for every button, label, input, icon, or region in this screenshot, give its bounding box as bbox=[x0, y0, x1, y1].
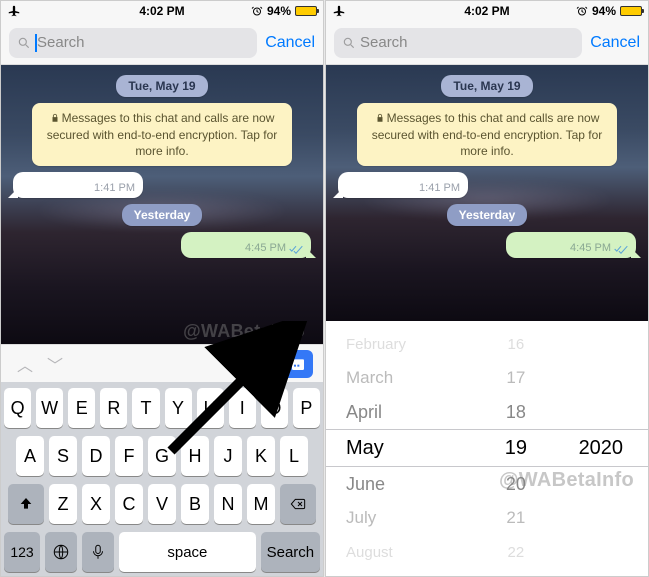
airplane-icon bbox=[332, 4, 346, 18]
calendar-strip: ︿ ﹀ bbox=[1, 344, 323, 382]
read-ticks-icon bbox=[289, 244, 303, 254]
key-u[interactable]: U bbox=[197, 388, 224, 428]
battery-pct: 94% bbox=[267, 4, 291, 18]
num-key[interactable]: 123 bbox=[4, 532, 40, 572]
key-g[interactable]: G bbox=[148, 436, 176, 476]
airplane-icon bbox=[7, 4, 21, 18]
encryption-banner[interactable]: Messages to this chat and calls are now … bbox=[357, 103, 617, 166]
key-t[interactable]: T bbox=[132, 388, 159, 428]
key-a[interactable]: A bbox=[16, 436, 44, 476]
calendar-icon bbox=[289, 356, 307, 372]
picker-row[interactable]: February16 bbox=[326, 327, 648, 361]
mic-key[interactable] bbox=[82, 532, 114, 572]
key-d[interactable]: D bbox=[82, 436, 110, 476]
picker-row[interactable]: August22 bbox=[326, 535, 648, 569]
date-picker[interactable]: WABetaInfo February16March17April18May19… bbox=[326, 321, 648, 577]
calendar-button[interactable] bbox=[283, 350, 313, 378]
search-icon bbox=[342, 36, 356, 50]
keyboard: QWERTYUIOP ASDFGHJKL ZXCVBNM 123 space S… bbox=[1, 382, 323, 576]
date-pill: Tue, May 19 bbox=[441, 75, 532, 97]
key-z[interactable]: Z bbox=[49, 484, 77, 524]
status-bar: 4:02 PM 94% bbox=[1, 1, 323, 21]
date-pill-yesterday: Yesterday bbox=[447, 204, 528, 226]
key-v[interactable]: V bbox=[148, 484, 176, 524]
shift-key[interactable] bbox=[8, 484, 44, 524]
encryption-banner[interactable]: Messages to this chat and calls are now … bbox=[32, 103, 292, 166]
key-i[interactable]: I bbox=[229, 388, 256, 428]
alarm-icon bbox=[251, 5, 263, 17]
search-input[interactable] bbox=[360, 34, 574, 51]
cancel-button[interactable]: Cancel bbox=[590, 34, 640, 52]
battery-icon bbox=[295, 6, 317, 16]
phone-left: 4:02 PM 94% Cancel Tue, May 19 Messages … bbox=[0, 0, 324, 577]
message-outgoing[interactable]: 4:45 PM bbox=[506, 232, 636, 258]
key-m[interactable]: M bbox=[247, 484, 275, 524]
key-s[interactable]: S bbox=[49, 436, 77, 476]
search-key[interactable]: Search bbox=[261, 532, 320, 572]
message-incoming[interactable]: 1:41 PM bbox=[338, 172, 468, 198]
search-bar: Cancel bbox=[326, 21, 648, 65]
lock-icon bbox=[375, 111, 385, 127]
key-o[interactable]: O bbox=[261, 388, 288, 428]
alarm-icon bbox=[576, 5, 588, 17]
lock-icon bbox=[50, 111, 60, 127]
kb-row-3: ZXCVBNM bbox=[4, 484, 320, 524]
key-w[interactable]: W bbox=[36, 388, 63, 428]
key-n[interactable]: N bbox=[214, 484, 242, 524]
date-pill: Tue, May 19 bbox=[116, 75, 207, 97]
status-bar: 4:02 PM 94% bbox=[326, 1, 648, 21]
globe-key[interactable] bbox=[45, 532, 77, 572]
key-r[interactable]: R bbox=[100, 388, 127, 428]
battery-pct: 94% bbox=[592, 4, 616, 18]
key-e[interactable]: E bbox=[68, 388, 95, 428]
picker-row[interactable]: March17 bbox=[326, 361, 648, 395]
key-q[interactable]: Q bbox=[4, 388, 31, 428]
chevron-up-icon[interactable]: ︿ bbox=[11, 350, 39, 378]
chevron-down-icon[interactable]: ﹀ bbox=[41, 350, 69, 378]
search-icon bbox=[17, 36, 31, 50]
phone-right: 4:02 PM 94% Cancel Tue, May 19 Messages … bbox=[325, 0, 649, 577]
kb-row-4: 123 space Search bbox=[4, 532, 320, 572]
picker-row[interactable]: April18 bbox=[326, 395, 648, 429]
chat-area[interactable]: Tue, May 19 Messages to this chat and ca… bbox=[1, 65, 323, 344]
status-time: 4:02 PM bbox=[464, 4, 509, 18]
key-c[interactable]: C bbox=[115, 484, 143, 524]
backspace-key[interactable] bbox=[280, 484, 316, 524]
key-b[interactable]: B bbox=[181, 484, 209, 524]
mic-icon bbox=[89, 543, 107, 561]
key-l[interactable]: L bbox=[280, 436, 308, 476]
space-key[interactable]: space bbox=[119, 532, 256, 572]
read-ticks-icon bbox=[614, 244, 628, 254]
message-outgoing[interactable]: 4:45 PM bbox=[181, 232, 311, 258]
key-f[interactable]: F bbox=[115, 436, 143, 476]
key-y[interactable]: Y bbox=[165, 388, 192, 428]
picker-row[interactable]: July21 bbox=[326, 501, 648, 535]
search-input-wrap[interactable] bbox=[9, 28, 257, 58]
key-h[interactable]: H bbox=[181, 436, 209, 476]
search-bar: Cancel bbox=[1, 21, 323, 65]
search-input[interactable] bbox=[37, 34, 249, 51]
key-k[interactable]: K bbox=[247, 436, 275, 476]
picker-row[interactable]: June20 bbox=[326, 467, 648, 501]
message-incoming[interactable]: 1:41 PM bbox=[13, 172, 143, 198]
kb-row-1: QWERTYUIOP bbox=[4, 388, 320, 428]
picker-row[interactable]: May192020 bbox=[326, 429, 648, 467]
key-j[interactable]: J bbox=[214, 436, 242, 476]
cancel-button[interactable]: Cancel bbox=[265, 34, 315, 52]
globe-icon bbox=[52, 543, 70, 561]
battery-icon bbox=[620, 6, 642, 16]
key-x[interactable]: X bbox=[82, 484, 110, 524]
status-time: 4:02 PM bbox=[139, 4, 184, 18]
search-input-wrap[interactable] bbox=[334, 28, 582, 58]
kb-row-2: ASDFGHJKL bbox=[4, 436, 320, 476]
key-p[interactable]: P bbox=[293, 388, 320, 428]
date-pill-yesterday: Yesterday bbox=[122, 204, 203, 226]
chat-area[interactable]: Tue, May 19 Messages to this chat and ca… bbox=[326, 65, 648, 321]
